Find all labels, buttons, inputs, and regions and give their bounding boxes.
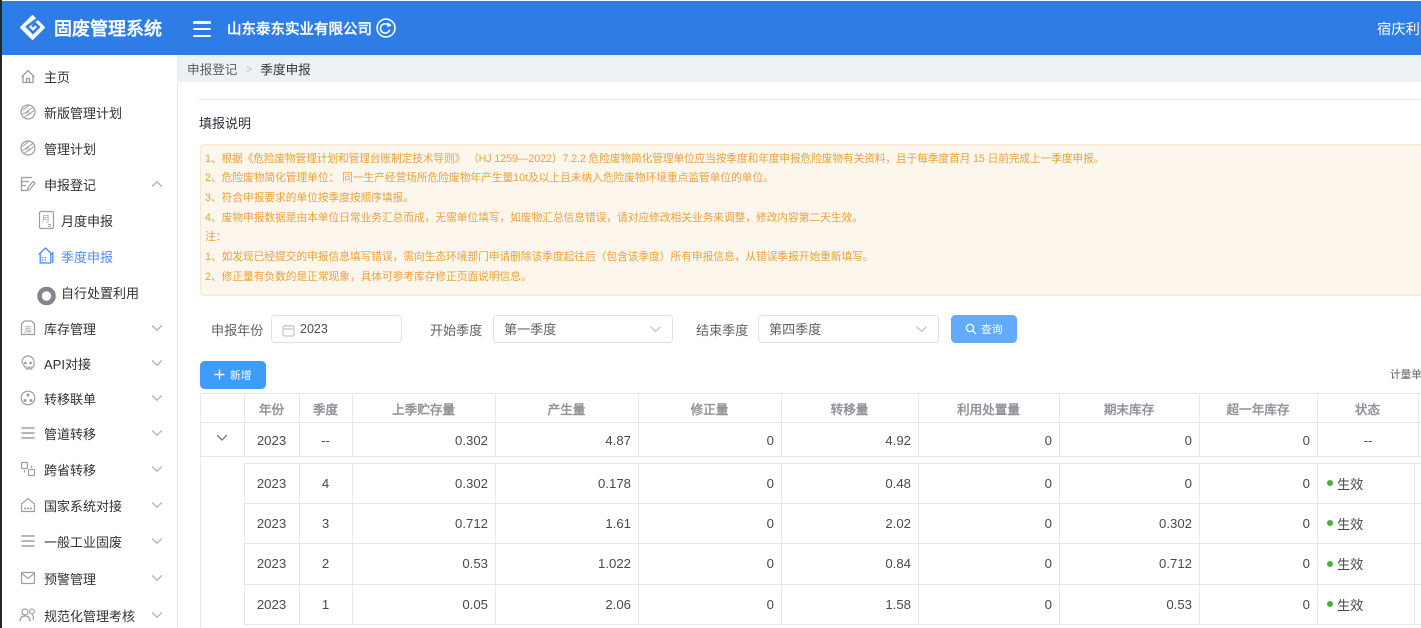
svg-text:库: 库 [24,325,32,335]
svg-text:月: 月 [42,214,51,224]
